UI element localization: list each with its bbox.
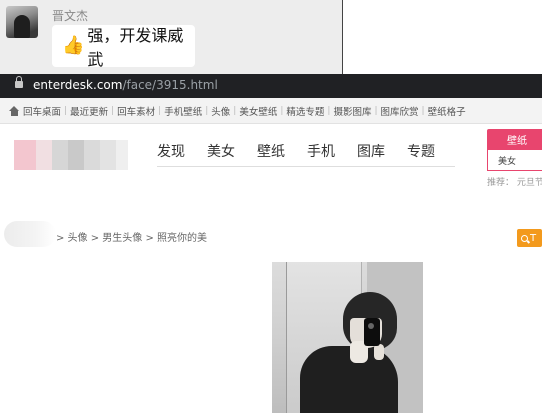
breadcrumb[interactable]: > 头像 > 男生头像 > 照亮你的美 [56,229,207,244]
top-link-latest[interactable]: 最近更新 [70,104,108,118]
site-logo[interactable] [14,140,128,170]
search-icon [521,234,528,242]
nav-topics[interactable]: 专题 [407,141,435,161]
main-nav: 发现 美女 壁纸 手机 图库 专题 [157,141,457,161]
sender-avatar[interactable] [6,6,38,38]
search-category-tab[interactable]: 壁纸 [487,129,542,149]
lock-icon[interactable] [15,76,23,88]
url-text[interactable]: enterdesk.com/face/3915.html [33,78,218,92]
top-link-material[interactable]: 回车素材 [117,104,155,118]
nav-beauty[interactable]: 美女 [207,141,235,161]
top-link-avatar[interactable]: 头像 [211,104,230,118]
nav-discover[interactable]: 发现 [157,141,185,161]
top-link-gallery-appreciation[interactable]: 图库欣赏 [381,104,419,118]
message-text: 强，开发课威武 [87,26,184,69]
message-bubble[interactable]: 👍 强，开发课威武 [52,25,195,69]
top-link-bar: 回车桌面 | 最近更新 | 回车素材 | 手机壁纸 | 头像 | 美女壁纸 | 精选专题 | … [0,98,542,124]
chat-message-area: 晋文杰 👍 强，开发课威武 [0,0,542,74]
search-input[interactable]: 美女 [487,149,542,171]
search-button-label: T [530,232,537,244]
home-icon[interactable] [9,105,20,116]
top-link-topics[interactable]: 精选专题 [286,104,324,118]
sender-name: 晋文杰 [52,9,89,23]
recommend-text: 推荐： 元旦节 [487,178,542,188]
top-link-photo-gallery[interactable]: 摄影图库 [333,104,371,118]
nav-divider [157,166,455,167]
nav-phone[interactable]: 手机 [307,141,335,161]
top-link-wallpaper-grid[interactable]: 壁纸格子 [428,104,466,118]
search-button[interactable]: T [517,229,542,247]
nav-gallery[interactable]: 图库 [357,141,385,161]
nav-wallpaper[interactable]: 壁纸 [257,141,285,161]
top-link-home[interactable]: 回车桌面 [23,104,61,118]
divider [342,0,343,74]
top-link-beauty-wallpaper[interactable]: 美女壁纸 [239,104,277,118]
thumbs-up-icon: 👍 [62,35,85,56]
top-link-phone-wallpaper[interactable]: 手机壁纸 [164,104,202,118]
avatar-photo[interactable] [272,262,423,413]
breadcrumb-logo[interactable] [4,221,56,247]
